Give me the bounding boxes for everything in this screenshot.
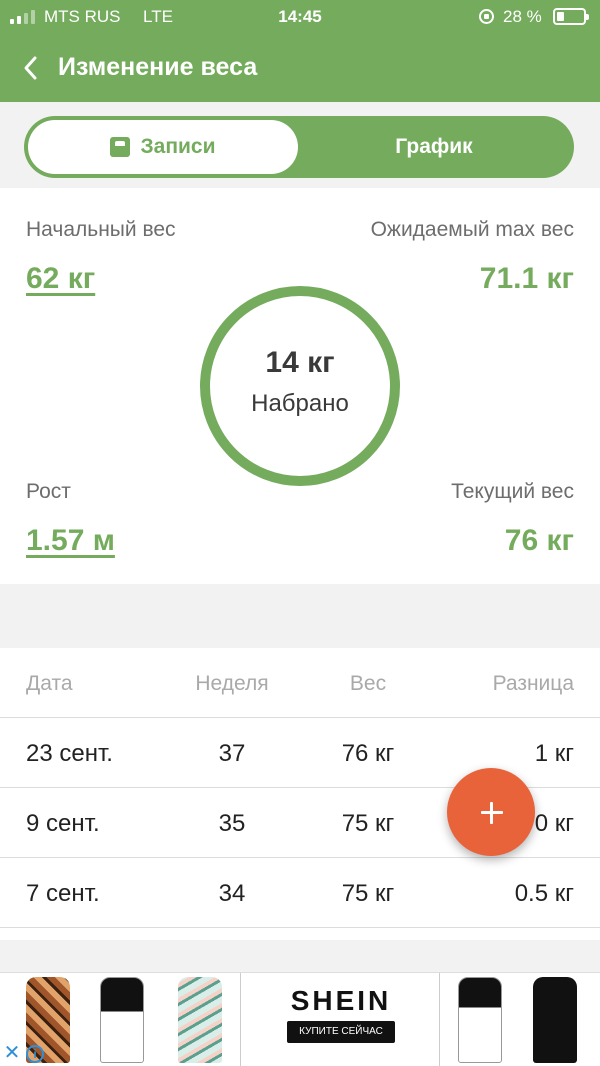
table-row[interactable]: 7 сент. 34 75 кг 0.5 кг bbox=[0, 858, 600, 928]
current-weight-value: 76 кг bbox=[504, 524, 574, 557]
battery-percentage: 28 % bbox=[503, 7, 542, 26]
add-record-button[interactable] bbox=[447, 768, 535, 856]
row-date: 9 сент. bbox=[26, 810, 100, 837]
row-week: 34 bbox=[218, 880, 246, 907]
info-icon[interactable]: i bbox=[26, 1045, 44, 1063]
gained-ring: 14 кг Набрано bbox=[200, 286, 400, 486]
height-label: Рост bbox=[26, 480, 71, 503]
status-bar: MTS RUS LTE 14:45 28 % bbox=[0, 0, 600, 34]
tab-bar: Записи График bbox=[0, 102, 600, 188]
column-difference: Разница bbox=[492, 672, 574, 695]
column-date: Дата bbox=[26, 672, 73, 695]
column-weight: Вес bbox=[349, 672, 387, 695]
ad-product-image bbox=[458, 977, 502, 1063]
page-title: Изменение веса bbox=[58, 53, 258, 81]
tab-records[interactable]: Записи bbox=[28, 120, 298, 174]
row-difference: 0 кг bbox=[534, 810, 574, 837]
row-difference: 0.5 кг bbox=[514, 880, 574, 907]
ad-product-image bbox=[100, 977, 144, 1063]
gained-caption: Набрано bbox=[251, 390, 349, 417]
row-week: 35 bbox=[218, 810, 246, 837]
tab-chart-label: График bbox=[395, 135, 473, 158]
expected-max-label: Ожидаемый max вес bbox=[370, 218, 574, 241]
column-week: Неделя bbox=[195, 672, 269, 695]
carrier-name: MTS RUS bbox=[44, 7, 121, 26]
row-weight: 76 кг bbox=[341, 740, 395, 767]
ad-brand: SHEIN bbox=[290, 985, 392, 1016]
ad-banner[interactable]: SHEIN КУПИТЕ СЕЙЧАС ✕ i bbox=[0, 972, 600, 1066]
battery-icon bbox=[553, 8, 589, 25]
row-date: 23 сент. bbox=[26, 740, 113, 767]
orientation-lock-icon bbox=[479, 9, 494, 24]
table-header: Дата Неделя Вес Разница bbox=[0, 648, 600, 718]
row-weight: 75 кг bbox=[341, 880, 395, 907]
current-weight-label: Текущий вес bbox=[451, 480, 574, 503]
expected-max-value: 71.1 кг bbox=[479, 262, 574, 295]
scale-icon bbox=[110, 137, 131, 157]
row-weight: 75 кг bbox=[341, 810, 395, 837]
height-value[interactable]: 1.57 м bbox=[26, 524, 115, 558]
ad-product-image bbox=[533, 977, 577, 1063]
row-date: 7 сент. bbox=[26, 880, 100, 907]
chevron-left-icon[interactable] bbox=[20, 54, 44, 82]
signal-icon bbox=[10, 10, 35, 24]
tab-chart[interactable]: График bbox=[298, 120, 570, 174]
row-difference: 1 кг bbox=[534, 740, 574, 767]
ad-cta-button[interactable]: КУПИТЕ СЕЙЧАС bbox=[287, 1021, 395, 1043]
close-icon[interactable]: ✕ bbox=[2, 1043, 22, 1063]
app-header: MTS RUS LTE 14:45 28 % Изменение веса bbox=[0, 0, 600, 102]
start-weight-label: Начальный вес bbox=[26, 218, 176, 241]
weight-summary: Начальный вес 62 кг Ожидаемый max вес 71… bbox=[0, 188, 600, 584]
tab-records-label: Записи bbox=[140, 135, 216, 158]
row-week: 37 bbox=[218, 740, 246, 767]
ad-brand-block: SHEIN КУПИТЕ СЕЙЧАС bbox=[240, 973, 440, 1066]
segmented-control: Записи График bbox=[24, 116, 574, 178]
ad-product-image bbox=[178, 977, 222, 1063]
network-type: LTE bbox=[143, 7, 173, 26]
start-weight-value[interactable]: 62 кг bbox=[26, 262, 95, 296]
gained-value: 14 кг bbox=[265, 346, 335, 379]
